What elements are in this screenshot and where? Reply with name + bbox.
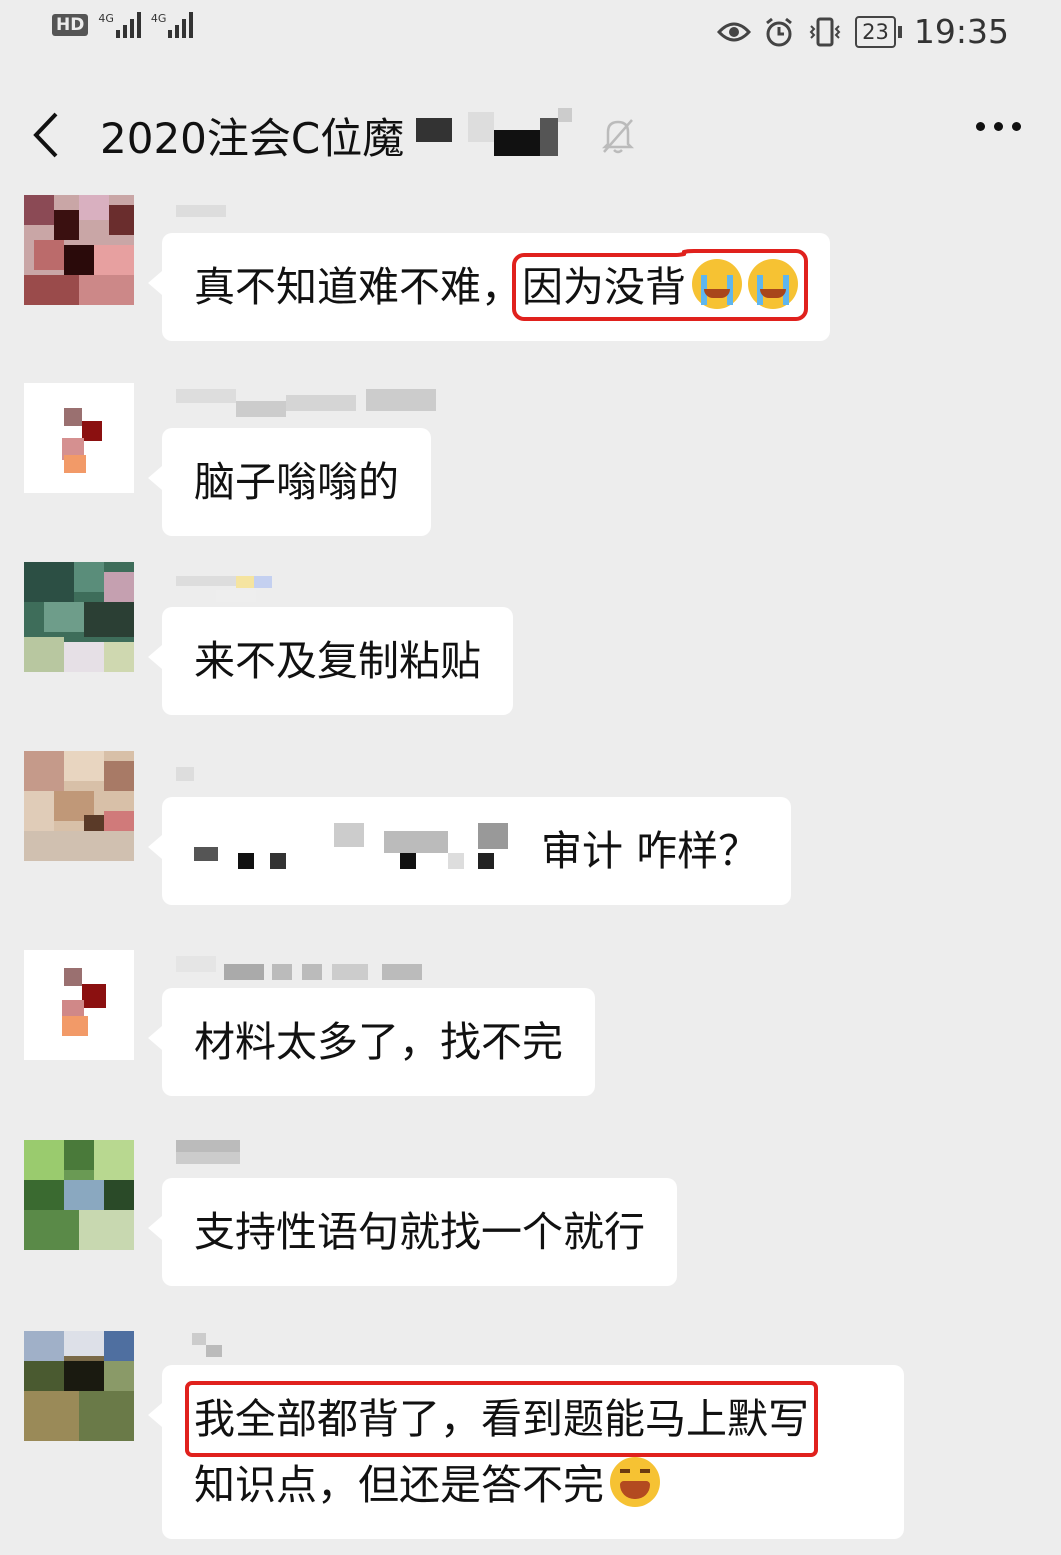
avatar[interactable] — [24, 1331, 134, 1441]
more-dots-icon[interactable] — [976, 122, 1021, 131]
signal-2-icon: 4G — [151, 12, 194, 38]
laughing-emoji-icon — [610, 1457, 660, 1507]
message-bubble[interactable]: 真不知道难不难，因为没背 — [148, 233, 830, 341]
message-bubble[interactable]: 我全部都背了，看到题能马上默写 知识点，但还是答不完 — [148, 1365, 904, 1539]
sender-name-mosaic — [176, 389, 446, 417]
highlighted-text: 因为没背 — [512, 253, 808, 321]
avatar[interactable] — [24, 383, 134, 493]
signal-1-icon: 4G — [98, 12, 141, 38]
avatar[interactable] — [24, 950, 134, 1060]
sender-name-mosaic — [176, 767, 206, 791]
chevron-left-icon[interactable] — [30, 110, 60, 160]
sender-name-mosaic — [176, 1140, 246, 1164]
redacted-text-mosaic — [194, 823, 514, 873]
page-title: 2020注会C位魔 — [100, 114, 405, 163]
sender-name-mosaic — [176, 205, 236, 229]
message-text: 真不知道难不难， — [194, 263, 522, 311]
message-text: 材料太多了，找不完 — [194, 1018, 563, 1066]
crying-emoji-icon — [748, 259, 798, 309]
sender-name-mosaic — [176, 1333, 222, 1357]
vibrate-icon — [809, 17, 841, 46]
message-bubble[interactable]: 审计 咋样？ — [147, 797, 792, 905]
message-text: 知识点，但还是答不完 — [194, 1452, 872, 1518]
chat-header: 2020注会C位魔 — [0, 70, 1061, 190]
title-mosaic — [410, 107, 580, 164]
avatar[interactable] — [24, 1140, 134, 1250]
avatar[interactable] — [24, 562, 134, 672]
crying-emoji-icon — [692, 259, 742, 309]
message-text: 脑子嗡嗡的 — [194, 458, 399, 506]
message-bubble[interactable]: 材料太多了，找不完 — [148, 988, 595, 1096]
status-bar: HD 4G 4G 23 19:35 — [0, 0, 1061, 62]
battery-icon: 23 — [855, 15, 902, 48]
message-text: 审计 咋样？ — [541, 827, 760, 875]
bell-off-icon — [602, 118, 635, 153]
alarm-icon — [766, 17, 793, 46]
message-text: 来不及复制粘贴 — [194, 637, 481, 685]
message-text: 支持性语句就找一个就行 — [194, 1208, 645, 1256]
highlighted-text: 我全部都背了，看到题能马上默写 — [185, 1381, 818, 1457]
avatar[interactable] — [24, 195, 134, 305]
sender-name-mosaic — [176, 956, 456, 980]
status-time: 19:35 — [913, 12, 1009, 51]
message-bubble[interactable]: 来不及复制粘贴 — [148, 607, 513, 715]
hd-badge: HD — [52, 14, 89, 36]
message-bubble[interactable]: 脑子嗡嗡的 — [148, 428, 431, 536]
avatar[interactable] — [24, 751, 134, 861]
message-bubble[interactable]: 支持性语句就找一个就行 — [148, 1178, 677, 1286]
sender-name-mosaic — [176, 576, 276, 602]
eye-icon — [717, 22, 752, 41]
